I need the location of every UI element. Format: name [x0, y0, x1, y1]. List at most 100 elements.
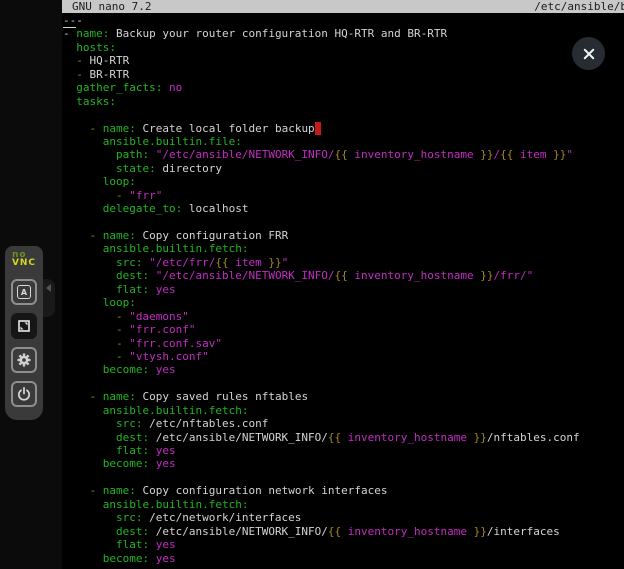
code-line: --- — [63, 14, 624, 27]
code-segment: - — [76, 14, 83, 27]
code-line: flat: yes — [63, 538, 624, 551]
code-segment — [149, 269, 156, 282]
keyboard-button[interactable]: A — [11, 279, 37, 305]
code-segment: }} — [480, 269, 493, 282]
nano-titlebar: GNU nano 7.2 /etc/ansible/b — [62, 0, 624, 13]
code-segment: Create local folder backup — [136, 122, 315, 135]
code-segment: inventory_hostname — [348, 148, 480, 161]
code-segment: /interfaces — [487, 525, 560, 538]
novnc-logo: no VNC — [12, 251, 36, 267]
code-line: state: directory — [63, 162, 624, 175]
code-line: - "frr.conf.sav" — [63, 337, 624, 350]
code-line: - name: Copy configuration network inter… — [63, 484, 624, 497]
code-segment — [63, 202, 103, 215]
code-segment: yes — [156, 363, 176, 376]
code-line: - "vtysh.conf" — [63, 350, 624, 363]
code-segment: BR-RTR — [90, 68, 130, 81]
code-segment: " — [566, 148, 573, 161]
code-segment — [149, 283, 156, 296]
code-segment: "frr" — [129, 189, 162, 202]
nano-file-path: /etc/ansible/b — [534, 0, 624, 13]
code-line: loop: — [63, 175, 624, 188]
code-segment: "frr.conf.sav" — [129, 337, 222, 350]
code-line: dest: /etc/ansible/NETWORK_INFO/{{ inven… — [63, 431, 624, 444]
code-segment: "/etc/ansible/NETWORK_INFO/ — [156, 269, 335, 282]
keyboard-icon: A — [17, 285, 31, 299]
code-segment — [63, 175, 103, 188]
code-segment: /nftables.conf — [487, 431, 580, 444]
code-segment: item — [229, 256, 269, 269]
nano-editor[interactable]: ---- name: Backup your router configurat… — [63, 14, 624, 565]
code-segment: {{ — [335, 148, 348, 161]
code-segment — [149, 148, 156, 161]
code-segment — [149, 552, 156, 565]
code-segment — [63, 552, 103, 565]
novnc-sidebar: no VNC A — [0, 0, 62, 569]
code-segment: inventory_hostname — [348, 269, 480, 282]
code-segment — [63, 444, 116, 457]
settings-button[interactable] — [11, 347, 37, 373]
code-segment: ansible.builtin.fetch: — [103, 242, 249, 255]
code-line: become: yes — [63, 457, 624, 470]
code-segment — [63, 525, 116, 538]
code-segment — [63, 148, 116, 161]
control-bar-handle[interactable] — [43, 279, 55, 317]
code-segment: become: — [103, 457, 149, 470]
code-segment: name: — [103, 390, 136, 403]
code-segment: - — [90, 484, 103, 497]
code-line: become: yes — [63, 363, 624, 376]
code-line: src: "/etc/frr/{{ item }}" — [63, 256, 624, 269]
code-line: - name: Backup your router configuration… — [63, 27, 624, 40]
code-segment: " — [282, 256, 289, 269]
code-segment — [149, 457, 156, 470]
code-segment: - — [116, 323, 129, 336]
code-segment: /frr/" — [494, 269, 534, 282]
code-segment — [63, 242, 103, 255]
code-segment: }} — [474, 431, 487, 444]
power-button[interactable] — [11, 381, 37, 407]
code-segment: flat: — [116, 444, 149, 457]
code-segment: name: — [103, 229, 136, 242]
code-line: - "daemons" — [63, 310, 624, 323]
nano-app-title: GNU nano 7.2 — [72, 0, 151, 13]
code-segment — [63, 68, 76, 81]
code-segment — [63, 81, 76, 94]
code-segment — [149, 363, 156, 376]
code-line: delegate_to: localhost — [63, 202, 624, 215]
code-segment: /etc/ansible/NETWORK_INFO/ — [149, 431, 328, 444]
code-line: src: /etc/nftables.conf — [63, 417, 624, 430]
code-segment: - — [76, 54, 89, 67]
code-segment: src: — [116, 417, 143, 430]
code-segment: - — [90, 390, 103, 403]
code-segment: "frr.conf" — [129, 323, 195, 336]
code-segment — [63, 122, 90, 135]
code-segment: ansible.builtin.file: — [103, 135, 242, 148]
code-segment: state: — [116, 162, 156, 175]
code-segment: Copy configuration FRR — [136, 229, 288, 242]
code-segment — [63, 511, 116, 524]
code-line: - "frr.conf" — [63, 323, 624, 336]
code-segment: {{ — [500, 148, 513, 161]
fullscreen-button[interactable] — [11, 313, 37, 339]
code-segment: }} — [474, 525, 487, 538]
code-line: gather_facts: no — [63, 81, 624, 94]
code-segment: }} — [268, 256, 281, 269]
code-line — [63, 108, 624, 121]
code-line: - name: Create local folder backup — [63, 122, 624, 135]
code-segment — [63, 431, 116, 444]
code-segment: - — [116, 337, 129, 350]
code-segment: delegate_to: — [103, 202, 182, 215]
code-segment: - — [76, 68, 89, 81]
code-segment: "/etc/ansible/NETWORK_INFO/ — [156, 148, 335, 161]
code-segment: ansible.builtin.fetch: — [103, 404, 249, 417]
code-segment — [63, 484, 90, 497]
code-segment — [63, 404, 103, 417]
code-line: dest: "/etc/ansible/NETWORK_INFO/{{ inve… — [63, 269, 624, 282]
code-segment: gather_facts: — [76, 81, 162, 94]
close-button[interactable] — [572, 37, 605, 70]
code-line: - "frr" — [63, 189, 624, 202]
code-line: tasks: — [63, 95, 624, 108]
code-segment: {{ — [328, 525, 341, 538]
code-segment — [63, 350, 116, 363]
code-line: hosts: — [63, 41, 624, 54]
